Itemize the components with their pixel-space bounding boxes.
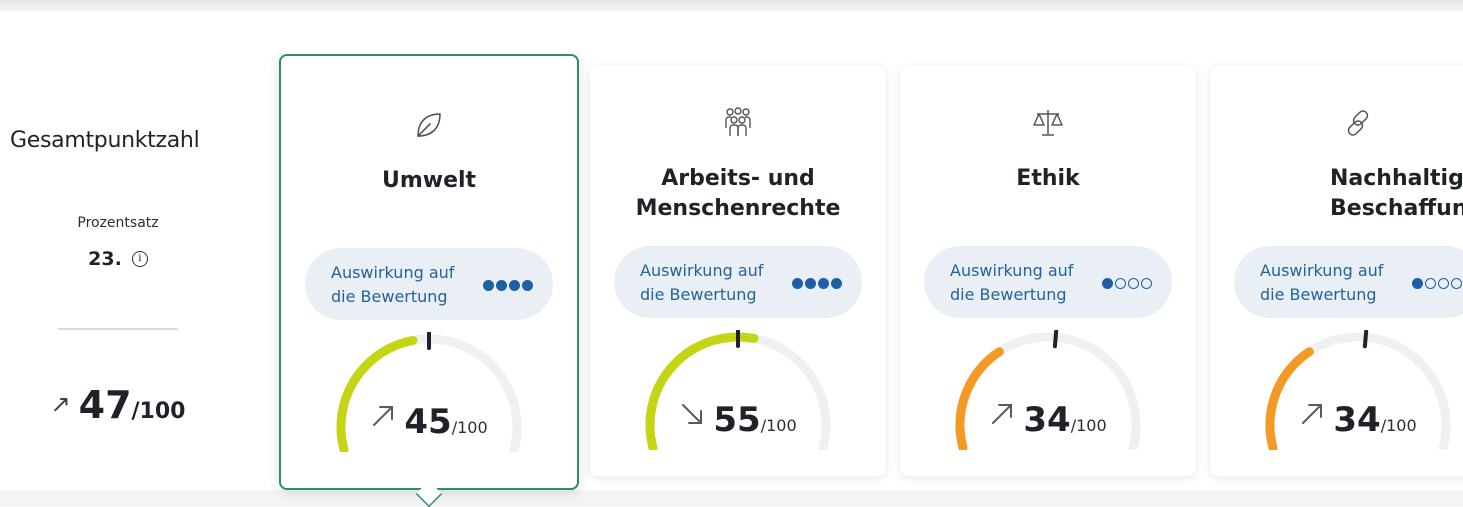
impact-level-dots (1102, 274, 1154, 293)
card-title: Nachhaltige Beschaffung (1330, 166, 1463, 221)
gauge-benchmark-marker (1052, 330, 1059, 349)
impact-dot-filled (818, 278, 829, 289)
card-score: 34/100 (900, 400, 1196, 440)
chain-link-icon (1210, 106, 1463, 140)
impact-dot-filled (831, 278, 842, 289)
score-value: 34 (1023, 400, 1071, 440)
score-max: /100 (1070, 416, 1107, 435)
leaf-icon (281, 108, 577, 142)
impact-label: Auswirkung auf die Bewertung (640, 261, 764, 304)
category-card-nachhaltige-beschaffung[interactable]: Nachhaltige Beschaffung Auswirkung auf di… (1210, 66, 1463, 476)
trend-up-icon (1299, 401, 1325, 431)
impact-dot-filled (1412, 278, 1423, 289)
score-max: /100 (451, 418, 488, 437)
people-icon (590, 106, 886, 140)
impact-dot-empty (1451, 278, 1462, 289)
impact-dot-filled (496, 280, 507, 291)
score-value: 45 (404, 402, 452, 442)
impact-on-rating-pill: Auswirkung auf die Bewertung (305, 248, 553, 320)
score-value: 34 (1333, 400, 1381, 440)
percentile-rank: 23. i (0, 248, 236, 270)
overall-score-title: Gesamtpunktzahl (10, 128, 200, 153)
overall-score-max: /100 (131, 399, 186, 424)
impact-level-dots (1412, 274, 1463, 293)
impact-dot-filled (522, 280, 533, 291)
impact-dot-empty (1438, 278, 1449, 289)
impact-dot-filled (792, 278, 803, 289)
impact-dot-filled (483, 280, 494, 291)
trend-down-icon (679, 401, 705, 431)
trend-up-icon (989, 401, 1015, 431)
impact-on-rating-pill: Auswirkung auf die Bewertung (614, 246, 862, 318)
impact-dot-empty (1141, 278, 1152, 289)
impact-level-dots (483, 276, 535, 295)
card-title: Ethik (1016, 166, 1080, 191)
impact-dot-empty (1115, 278, 1126, 289)
card-score: 55/100 (590, 400, 886, 440)
overall-score: ↗ 47/100 (0, 383, 236, 427)
impact-on-rating-pill: Auswirkung auf die Bewertung (924, 246, 1172, 318)
divider (58, 328, 178, 330)
impact-dot-filled (1102, 278, 1113, 289)
card-title: Umwelt (381, 168, 477, 193)
impact-label: Auswirkung auf die Bewertung (1260, 261, 1384, 304)
category-card-ethik[interactable]: Ethik Auswirkung auf die Bewertung 34/100 (900, 66, 1196, 476)
trend-up-icon: ↗ (50, 390, 71, 418)
percentile-value: 23. (88, 248, 122, 270)
overall-score-value: 47 (78, 383, 132, 427)
category-card-arbeits-und-menschenrechte[interactable]: Arbeits- und Menschenrechte Auswirkung au… (590, 66, 886, 476)
impact-dot-filled (805, 278, 816, 289)
score-max: /100 (1380, 416, 1417, 435)
scales-icon (900, 106, 1196, 140)
top-shadow (0, 0, 1463, 12)
score-value: 55 (713, 400, 761, 440)
percentile-label: Prozentsatz (77, 215, 159, 231)
impact-dot-filled (509, 280, 520, 291)
impact-label: Auswirkung auf die Bewertung (331, 263, 455, 306)
category-card-umwelt[interactable]: Umwelt Auswirkung auf die Bewertung 45/100 (279, 54, 579, 490)
card-score: 45/100 (281, 402, 577, 442)
trend-up-icon (370, 403, 396, 433)
impact-label: Auswirkung auf die Bewertung (950, 261, 1074, 304)
card-title: Arbeits- und Menschenrechte (635, 166, 841, 221)
gauge-benchmark-marker (1362, 330, 1369, 349)
impact-dot-empty (1128, 278, 1139, 289)
card-score: 34/100 (1210, 400, 1463, 440)
impact-level-dots (792, 274, 844, 293)
impact-dot-empty (1425, 278, 1436, 289)
bottom-area (0, 490, 1463, 506)
impact-on-rating-pill: Auswirkung auf die Bewertung (1234, 246, 1463, 318)
score-max: /100 (760, 416, 797, 435)
info-icon[interactable]: i (131, 251, 148, 267)
